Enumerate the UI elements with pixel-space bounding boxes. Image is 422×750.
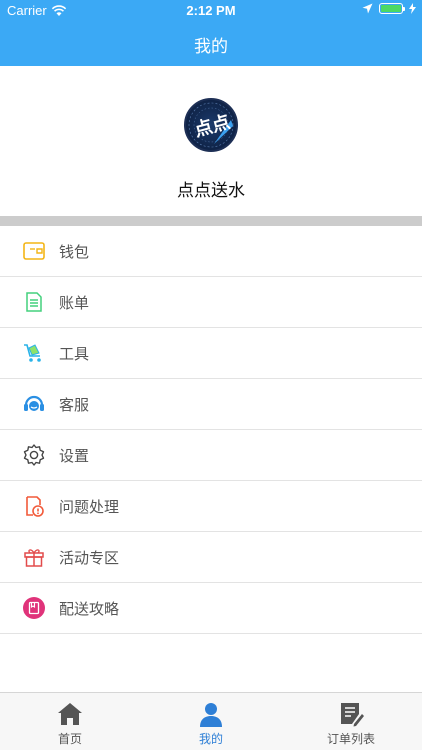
menu-item-settings[interactable]: 设置: [0, 430, 422, 481]
menu-item-label: 账单: [59, 294, 90, 312]
menu-item-label: 问题处理: [59, 498, 120, 516]
wallet-icon: [23, 242, 45, 260]
gift-icon: [24, 549, 44, 567]
tab-label: 首页: [57, 732, 82, 746]
location-arrow-icon: [362, 3, 373, 14]
menu-item-wallet[interactable]: 钱包: [0, 226, 422, 277]
bill-icon: [26, 292, 42, 312]
menu-item-label: 配送攻略: [59, 600, 120, 618]
menu-item-label: 钱包: [59, 243, 90, 261]
menu-item-label: 设置: [59, 447, 90, 465]
menu-item-bill[interactable]: 账单: [0, 277, 422, 328]
status-bar: Carrier 2:12 PM: [0, 0, 422, 22]
status-right: [362, 3, 416, 14]
avatar[interactable]: 点点: [184, 98, 238, 152]
menu-list: 钱包 账单 工具 客服 设置 问题处理 活动专区 配送攻略: [0, 226, 422, 634]
battery-icon: [379, 3, 405, 14]
menu-item-issue-handling[interactable]: 问题处理: [0, 481, 422, 532]
tab-mine[interactable]: 我的: [141, 693, 281, 750]
issue-icon: [26, 496, 44, 517]
guide-icon: [23, 597, 45, 619]
charging-bolt-icon: [409, 3, 416, 14]
profile-section: 点点 点点送水: [0, 66, 422, 216]
tab-bar: 首页 我的 订单列表: [0, 692, 422, 750]
tab-order-list[interactable]: 订单列表: [281, 693, 421, 750]
cart-tool-icon: [24, 344, 41, 362]
order-list-icon: [341, 703, 364, 727]
section-divider: [0, 216, 422, 226]
tab-home[interactable]: 首页: [0, 693, 140, 750]
person-icon: [200, 703, 222, 727]
menu-item-delivery-guide[interactable]: 配送攻略: [0, 583, 422, 634]
menu-item-promotions[interactable]: 活动专区: [0, 532, 422, 583]
home-icon: [58, 703, 82, 725]
nav-bar: 我的: [0, 22, 422, 66]
tab-label: 我的: [198, 732, 223, 746]
profile-name: 点点送水: [177, 181, 245, 201]
clock: 2:12 PM: [186, 3, 236, 18]
tab-label: 订单列表: [326, 732, 375, 746]
customer-service-icon: [24, 395, 44, 411]
screen: Carrier 2:12 PM 我的 点点 点点送水 钱包 账单 工具 客服 设…: [0, 0, 422, 750]
page-title: 我的: [194, 36, 228, 57]
gear-icon: [23, 444, 45, 466]
menu-item-tools[interactable]: 工具: [0, 328, 422, 379]
menu-item-customer-service[interactable]: 客服: [0, 379, 422, 430]
menu-item-label: 活动专区: [59, 549, 120, 567]
menu-item-label: 工具: [59, 345, 90, 363]
menu-item-label: 客服: [59, 396, 90, 414]
